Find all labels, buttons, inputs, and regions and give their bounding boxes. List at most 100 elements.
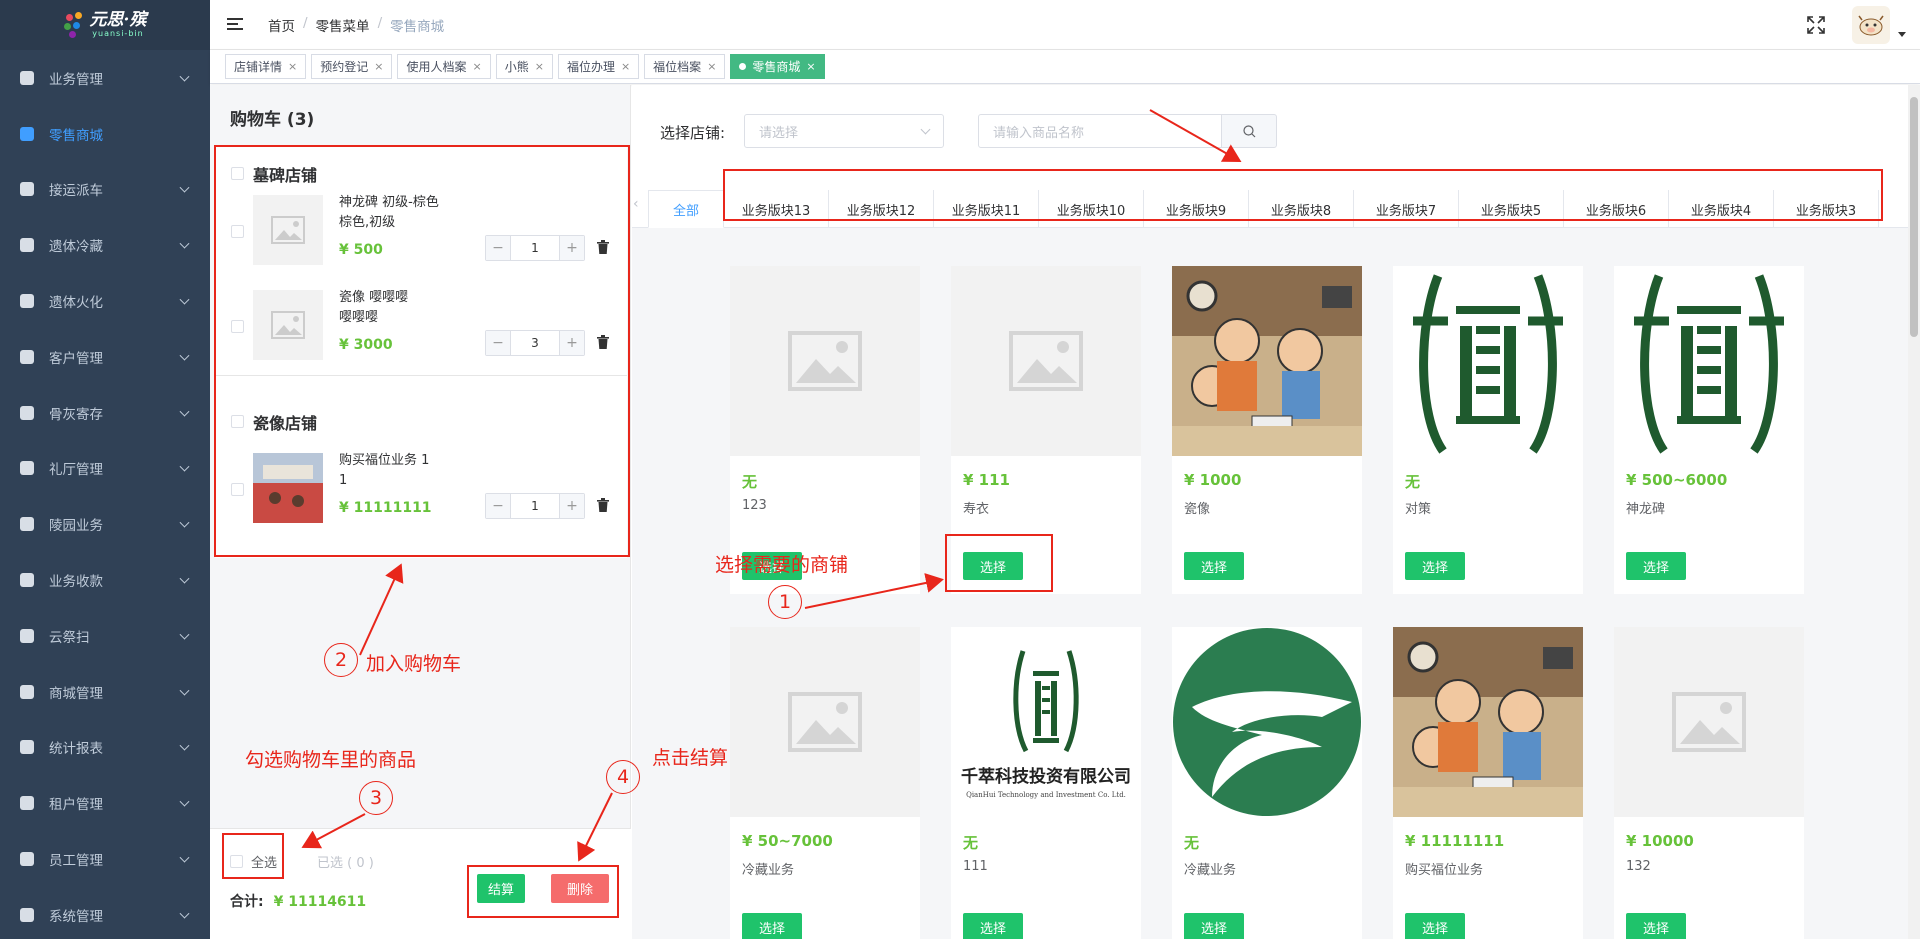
product-image (1172, 266, 1362, 456)
select-button[interactable]: 选择 (1626, 552, 1686, 580)
product-card[interactable]: ¥ 500~6000 神龙碑 选择 (1614, 266, 1804, 594)
product-search-input[interactable]: 请输入商品名称 (978, 114, 1222, 148)
select-button[interactable]: 选择 (742, 552, 802, 580)
product-card[interactable]: ¥ 50~7000 冷藏业务 选择 (730, 627, 920, 939)
category-tab[interactable]: 业务版块12 (829, 190, 934, 228)
page-scrollbar[interactable] (1908, 85, 1920, 939)
sidebar-item[interactable]: 接运派车 (0, 162, 210, 218)
sidebar-item[interactable]: 礼厅管理 (0, 441, 210, 497)
plus-button[interactable]: + (560, 331, 584, 355)
minus-button[interactable]: − (486, 494, 510, 518)
category-tab[interactable]: 全部 (648, 190, 724, 228)
trash-icon[interactable] (597, 335, 609, 349)
product-card[interactable]: ¥ 11111111 购买福位业务 选择 (1393, 627, 1583, 939)
product-card[interactable]: ¥ 10000 132 选择 (1614, 627, 1804, 939)
checkout-button[interactable]: 结算 (477, 874, 525, 903)
sidebar-item[interactable]: 客户管理 (0, 329, 210, 385)
item-checkbox[interactable] (231, 483, 244, 496)
avatar[interactable] (1852, 6, 1890, 44)
avatar-caret-icon[interactable] (1898, 32, 1906, 37)
category-tab[interactable]: 业务版块13 (724, 190, 829, 228)
category-tab[interactable]: 业务版块10 (1039, 190, 1144, 228)
category-tab[interactable]: 业务版块6 (1564, 190, 1669, 228)
breadcrumb-menu[interactable]: 零售菜单 (316, 15, 370, 35)
close-icon[interactable]: × (621, 60, 630, 73)
product-card[interactable]: 无 123 选择 (730, 266, 920, 594)
image-placeholder-icon (1009, 331, 1083, 391)
close-icon[interactable]: × (288, 60, 297, 73)
sidebar-item[interactable]: 骨灰寄存 (0, 385, 210, 441)
select-button[interactable]: 选择 (963, 552, 1023, 580)
category-tab[interactable]: 业务版块4 (1669, 190, 1774, 228)
quantity-value[interactable]: 1 (510, 236, 560, 260)
tab-tag[interactable]: 小熊 × (495, 54, 553, 79)
search-button[interactable] (1221, 114, 1277, 148)
tab-tag[interactable]: 店铺详情 × (225, 54, 307, 79)
sidebar-item[interactable]: 租户管理 (0, 775, 210, 831)
sidebar-item[interactable]: 陵园业务 (0, 496, 210, 552)
tab-tag[interactable]: 福位档案 × (644, 54, 726, 79)
category-tab[interactable]: 业务版块8 (1249, 190, 1354, 228)
item-checkbox[interactable] (231, 225, 244, 238)
product-card[interactable]: ¥ 111 寿衣 选择 (951, 266, 1141, 594)
product-card[interactable]: 千萃科技投资有限公司 QianHui Technology and Investm… (951, 627, 1141, 939)
quantity-stepper[interactable]: −3 + (485, 330, 585, 356)
close-icon[interactable]: × (374, 60, 383, 73)
select-all[interactable]: 全选 (230, 852, 277, 871)
tab-tag[interactable]: 使用人档案 × (397, 54, 491, 79)
select-all-checkbox[interactable] (230, 855, 243, 868)
quantity-stepper[interactable]: −1 + (485, 493, 585, 519)
select-button[interactable]: 选择 (1626, 913, 1686, 939)
tab-tag[interactable]: 福位办理 × (557, 54, 640, 79)
product-card[interactable]: ¥ 1000 瓷像 选择 (1172, 266, 1362, 594)
trash-icon[interactable] (597, 498, 609, 512)
tab-tag[interactable]: 预约登记 × (311, 54, 393, 79)
select-button[interactable]: 选择 (742, 913, 802, 939)
minus-button[interactable]: − (486, 236, 510, 260)
plus-button[interactable]: + (560, 494, 584, 518)
plus-button[interactable]: + (560, 236, 584, 260)
fullscreen-icon[interactable] (1807, 16, 1825, 34)
sidebar-item[interactable]: 零售商城 (0, 106, 210, 162)
select-button[interactable]: 选择 (963, 913, 1023, 939)
close-icon[interactable]: × (472, 60, 481, 73)
item-checkbox[interactable] (231, 320, 244, 333)
scrollbar-thumb[interactable] (1910, 97, 1918, 337)
select-button[interactable]: 选择 (1184, 913, 1244, 939)
sidebar-item[interactable]: 遗体火化 (0, 273, 210, 329)
category-tab[interactable]: 业务版块11 (934, 190, 1039, 228)
sidebar-item[interactable]: 遗体冷藏 (0, 217, 210, 273)
quantity-stepper[interactable]: −1 + (485, 235, 585, 261)
select-button[interactable]: 选择 (1405, 552, 1465, 580)
close-icon[interactable]: × (535, 60, 544, 73)
trash-icon[interactable] (597, 240, 609, 254)
sidebar-item[interactable]: 云祭扫 (0, 608, 210, 664)
select-button[interactable]: 选择 (1405, 913, 1465, 939)
sidebar-item[interactable]: 员工管理 (0, 831, 210, 887)
sidebar-item[interactable]: 商城管理 (0, 664, 210, 720)
category-tab[interactable]: 业务版块5 (1459, 190, 1564, 228)
tab-tag[interactable]: 零售商城 × (730, 54, 825, 79)
shop-checkbox[interactable] (231, 167, 244, 180)
product-card[interactable]: 无冷藏业务 选择 (1172, 627, 1362, 939)
delete-button[interactable]: 删除 (551, 874, 609, 903)
close-icon[interactable]: × (806, 60, 815, 73)
category-tab[interactable]: 业务版块7 (1354, 190, 1459, 228)
sidebar-item[interactable]: 系统管理 (0, 887, 210, 939)
close-icon[interactable]: × (707, 60, 716, 73)
category-tab[interactable]: 业务版块3 (1774, 190, 1879, 228)
minus-button[interactable]: − (486, 331, 510, 355)
tab-scroll-left-icon[interactable]: ‹ (633, 196, 639, 212)
sidebar-item[interactable]: 统计报表 (0, 720, 210, 776)
hamburger-icon[interactable] (227, 18, 243, 31)
shop-select[interactable]: 请选择 (744, 114, 944, 148)
quantity-value[interactable]: 3 (510, 331, 560, 355)
breadcrumb-home[interactable]: 首页 (268, 15, 295, 35)
sidebar-item[interactable]: 业务收款 (0, 552, 210, 608)
sidebar-item[interactable]: 业务管理 (0, 50, 210, 106)
category-tab[interactable]: 业务版块9 (1144, 190, 1249, 228)
product-card[interactable]: 无对策 选择 (1393, 266, 1583, 594)
select-button[interactable]: 选择 (1184, 552, 1244, 580)
quantity-value[interactable]: 1 (510, 494, 560, 518)
shop-checkbox[interactable] (231, 415, 244, 428)
